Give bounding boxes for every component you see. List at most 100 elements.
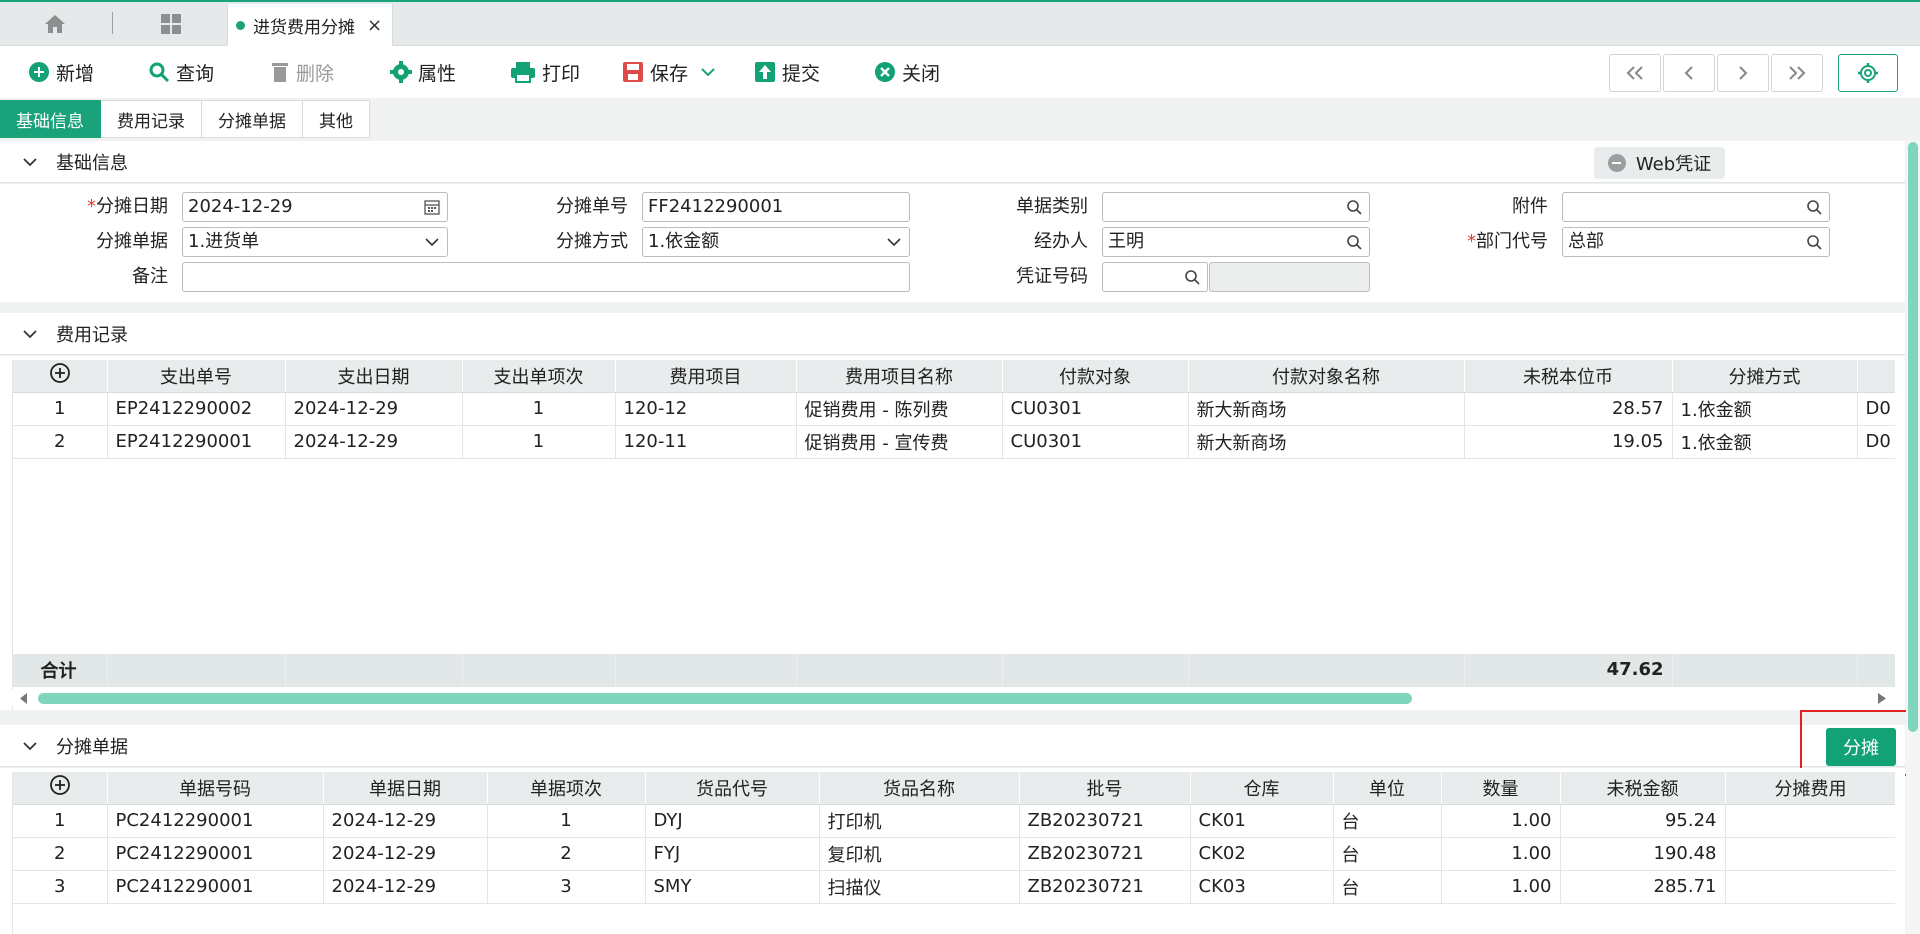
column-header[interactable]: 分摊费用	[1725, 772, 1895, 805]
submit-button[interactable]: 提交	[754, 46, 820, 98]
cell-doc-no[interactable]: PC2412290001	[107, 837, 324, 871]
cell-payee[interactable]: CU0301	[1002, 425, 1189, 459]
column-header[interactable]: 分摊方式	[1672, 360, 1858, 393]
cell-doc-seq[interactable]: 2	[487, 837, 646, 871]
column-header[interactable]: 支出日期	[285, 360, 463, 393]
cell-amount[interactable]: 19.05	[1464, 425, 1673, 459]
cell-expense-seq[interactable]: 1	[462, 392, 616, 426]
query-button[interactable]: 查询	[148, 46, 214, 98]
first-record-button[interactable]	[1609, 54, 1661, 92]
search-icon[interactable]	[1346, 234, 1362, 250]
cell-quantity[interactable]: 1.00	[1441, 804, 1561, 838]
dept-code-field[interactable]: 总部	[1562, 227, 1830, 257]
search-icon[interactable]	[1806, 199, 1822, 215]
table-row[interactable]: 1 EP2412290002 2024-12-29 1 120-12 促销费用 …	[13, 392, 1895, 426]
column-header[interactable]: 付款对象名称	[1188, 360, 1465, 393]
allocation-docs-header[interactable]: 分摊单据	[0, 725, 1905, 767]
column-header[interactable]	[1857, 360, 1895, 393]
cell-expense-seq[interactable]: 1	[462, 425, 616, 459]
tab-expense-records[interactable]: 费用记录	[101, 100, 202, 138]
cell-alloc-fee[interactable]	[1725, 804, 1895, 838]
column-header[interactable]: 单据日期	[323, 772, 488, 805]
print-button[interactable]: 打印	[510, 46, 580, 98]
save-button[interactable]: 保存	[622, 46, 688, 98]
column-header[interactable]: 单据项次	[487, 772, 646, 805]
cell-payee[interactable]: CU0301	[1002, 392, 1189, 426]
column-header[interactable]: 数量	[1441, 772, 1561, 805]
add-row-cell[interactable]	[13, 772, 108, 805]
cell-expense-no[interactable]: EP2412290002	[107, 392, 286, 426]
column-header[interactable]: 支出单号	[107, 360, 286, 393]
search-icon[interactable]	[1346, 199, 1362, 215]
cell-quantity[interactable]: 1.00	[1441, 837, 1561, 871]
scrollbar-thumb[interactable]	[38, 693, 1412, 704]
cell-batch[interactable]: ZB20230721	[1019, 870, 1191, 904]
cell-doc-date[interactable]: 2024-12-29	[323, 870, 488, 904]
column-header[interactable]: 货品名称	[819, 772, 1020, 805]
cell-amount[interactable]: 190.48	[1560, 837, 1726, 871]
cell-goods-name[interactable]: 复印机	[819, 837, 1020, 871]
table-row[interactable]: 3 PC2412290001 2024-12-29 3 SMY 扫描仪 ZB20…	[13, 870, 1895, 904]
search-icon[interactable]	[1806, 234, 1822, 250]
cell-payee-name[interactable]: 新大新商场	[1188, 392, 1465, 426]
cell-doc-seq[interactable]: 1	[487, 804, 646, 838]
column-header[interactable]: 仓库	[1190, 772, 1334, 805]
save-dropdown-button[interactable]	[700, 46, 722, 98]
column-header[interactable]: 单位	[1333, 772, 1442, 805]
cell-goods-code[interactable]: SMY	[645, 870, 820, 904]
cell-payee-name[interactable]: 新大新商场	[1188, 425, 1465, 459]
delete-button[interactable]: 删除	[270, 46, 334, 98]
column-header[interactable]: 货品代号	[645, 772, 820, 805]
close-button[interactable]: 关闭	[874, 46, 940, 98]
expense-records-header[interactable]: 费用记录	[0, 313, 1905, 355]
column-header[interactable]: 付款对象	[1002, 360, 1189, 393]
cell-warehouse[interactable]: CK01	[1190, 804, 1334, 838]
column-header[interactable]: 费用项目	[615, 360, 797, 393]
table-row[interactable]: 1 PC2412290001 2024-12-29 1 DYJ 打印机 ZB20…	[13, 804, 1895, 838]
tab-other[interactable]: 其他	[303, 100, 370, 138]
cell-goods-name[interactable]: 扫描仪	[819, 870, 1020, 904]
cell-amount[interactable]: 95.24	[1560, 804, 1726, 838]
table-row[interactable]: 2 PC2412290001 2024-12-29 2 FYJ 复印机 ZB20…	[13, 837, 1895, 871]
cell-expense-no[interactable]: EP2412290001	[107, 425, 286, 459]
cell-doc-no[interactable]: PC2412290001	[107, 804, 324, 838]
cell-warehouse[interactable]: CK03	[1190, 870, 1334, 904]
column-header[interactable]: 批号	[1019, 772, 1191, 805]
alloc-date-field[interactable]: 2024-12-29	[182, 192, 448, 222]
cell-unit[interactable]: 台	[1333, 804, 1442, 838]
cell-batch[interactable]: ZB20230721	[1019, 804, 1191, 838]
close-tab-icon[interactable]: ×	[367, 15, 382, 36]
tab-purchase-cost-allocation[interactable]: 进货费用分摊 ×	[227, 4, 393, 46]
tab-basic-info[interactable]: 基础信息	[0, 100, 101, 138]
scrollbar-thumb[interactable]	[1908, 142, 1918, 732]
cell-batch[interactable]: ZB20230721	[1019, 837, 1191, 871]
cell-doc-date[interactable]: 2024-12-29	[323, 804, 488, 838]
last-record-button[interactable]	[1771, 54, 1823, 92]
grid-apps-icon[interactable]	[156, 2, 186, 46]
cell-extra[interactable]: D0	[1857, 425, 1895, 459]
voucher-no-field[interactable]	[1102, 262, 1208, 292]
home-icon[interactable]	[40, 2, 70, 46]
cell-goods-code[interactable]: DYJ	[645, 804, 820, 838]
cell-alloc-method[interactable]: 1.依金额	[1672, 425, 1858, 459]
tab-allocation-docs[interactable]: 分摊单据	[202, 100, 303, 138]
page-vertical-scrollbar[interactable]	[1906, 140, 1920, 934]
cell-cost-item[interactable]: 120-12	[615, 392, 797, 426]
cell-expense-date[interactable]: 2024-12-29	[285, 392, 463, 426]
column-header[interactable]: 支出单项次	[462, 360, 616, 393]
cell-cost-item-name[interactable]: 促销费用 - 陈列费	[796, 392, 1003, 426]
cell-alloc-fee[interactable]	[1725, 837, 1895, 871]
settings-button[interactable]	[1838, 54, 1898, 92]
alloc-no-field[interactable]: FF2412290001	[642, 192, 910, 222]
cell-doc-no[interactable]: PC2412290001	[107, 870, 324, 904]
web-voucher-button[interactable]: Web凭证	[1594, 147, 1725, 179]
attachment-field[interactable]	[1562, 192, 1830, 222]
doc-type-field[interactable]	[1102, 192, 1370, 222]
add-row-cell[interactable]	[13, 360, 108, 393]
cell-quantity[interactable]: 1.00	[1441, 870, 1561, 904]
next-record-button[interactable]	[1717, 54, 1769, 92]
alloc-doc-select[interactable]: 1.进货单	[182, 227, 448, 257]
cell-warehouse[interactable]: CK02	[1190, 837, 1334, 871]
cell-unit[interactable]: 台	[1333, 870, 1442, 904]
column-header[interactable]: 未税本位币	[1464, 360, 1673, 393]
